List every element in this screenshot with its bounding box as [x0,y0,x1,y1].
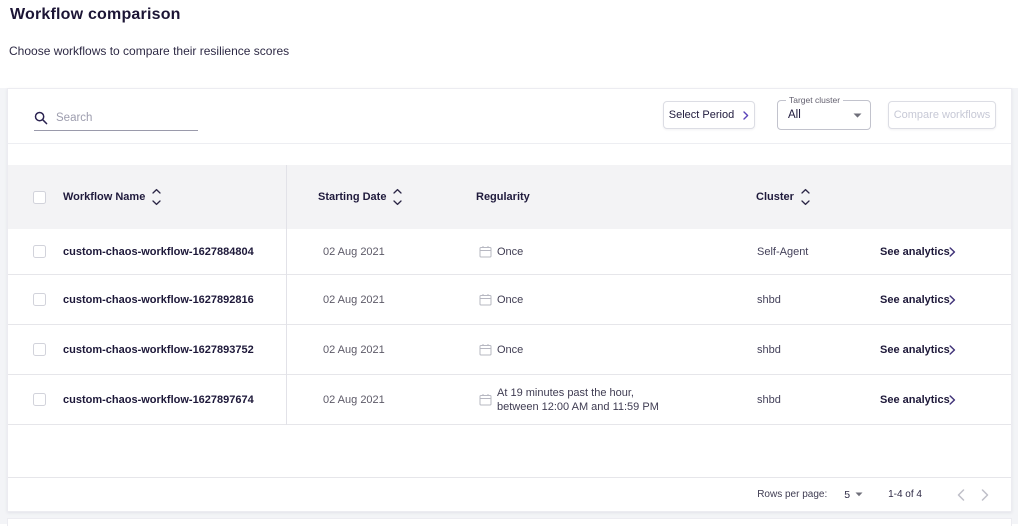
search-icon [34,111,48,125]
toolbar-actions: Select Period Target cluster All Compare… [663,100,996,130]
compare-workflows-label: Compare workflows [894,109,991,121]
chevron-right-icon[interactable] [949,325,956,374]
table-header: Workflow Name Starting Date Regularity C… [8,165,1011,229]
workflow-comparison-card: Select Period Target cluster All Compare… [7,88,1012,512]
header-workflow-name: Workflow Name [63,191,145,203]
sort-icon[interactable] [393,188,402,206]
chevron-right-icon[interactable] [949,229,956,274]
search-input[interactable] [56,112,210,124]
next-section-card [7,518,1012,526]
cluster-value: shbd [757,375,781,424]
cluster-value: shbd [757,275,781,324]
sort-icon[interactable] [152,188,161,206]
row-checkbox[interactable] [33,245,46,258]
regularity-line1: Once [497,245,523,259]
pagination-range: 1-4 of 4 [888,489,922,500]
select-all-cell [33,165,46,229]
content-area: Select Period Target cluster All Compare… [0,88,1018,524]
row-checkbox[interactable] [33,293,46,306]
chevron-right-icon[interactable] [949,375,956,424]
row-checkbox[interactable] [33,393,46,406]
filter-toolbar: Select Period Target cluster All Compare… [8,89,1011,144]
starting-date: 02 Aug 2021 [323,229,385,274]
rows-per-page-label: Rows per page: [757,489,827,500]
header-cluster: Cluster [756,191,794,203]
regularity-line1: Once [497,293,523,307]
chevron-right-icon[interactable] [949,275,956,324]
workflow-name: custom-chaos-workflow-1627897674 [63,375,254,424]
regularity-cell: Once [479,275,523,324]
cluster-value: shbd [757,325,781,374]
search-field[interactable] [34,105,198,131]
page-header: Workflow comparison Choose workflows to … [0,0,1018,88]
table-row[interactable]: custom-chaos-workflow-1627884804 02 Aug … [8,229,1011,275]
rows-per-page-select[interactable]: 5 [844,489,863,501]
row-checkbox[interactable] [33,343,46,356]
rows-per-page-value: 5 [844,489,850,501]
dropdown-caret-icon [853,113,862,118]
workflow-name: custom-chaos-workflow-1627884804 [63,229,254,274]
table-body: custom-chaos-workflow-1627884804 02 Aug … [8,229,1011,425]
chevron-right-icon [743,111,749,120]
target-cluster-label: Target cluster [786,95,843,105]
dropdown-caret-icon [855,492,863,497]
regularity-line1: Once [497,343,523,357]
see-analytics-link[interactable]: See analytics [880,275,950,324]
column-divider [286,165,287,425]
regularity-line2: between 12:00 AM and 11:59 PM [497,400,659,414]
regularity-cell: At 19 minutes past the hour,between 12:0… [479,375,659,424]
see-analytics-link[interactable]: See analytics [880,325,950,374]
select-period-button[interactable]: Select Period [663,101,755,129]
compare-workflows-button[interactable]: Compare workflows [888,101,996,129]
see-analytics-link[interactable]: See analytics [880,229,950,274]
regularity-line1: At 19 minutes past the hour, [497,386,659,400]
calendar-icon [479,293,492,306]
next-page-button[interactable] [973,483,997,507]
target-cluster-select[interactable]: Target cluster All [777,100,871,130]
previous-page-button[interactable] [949,483,973,507]
pagination-bar: Rows per page: 5 1-4 of 4 [8,477,1011,511]
regularity-cell: Once [479,325,523,374]
sort-icon[interactable] [801,188,810,206]
workflow-name: custom-chaos-workflow-1627892816 [63,275,254,324]
calendar-icon [479,343,492,356]
cluster-value: Self-Agent [757,229,808,274]
page-subtitle: Choose workflows to compare their resili… [9,44,289,58]
regularity-cell: Once [479,229,523,274]
starting-date: 02 Aug 2021 [323,375,385,424]
see-analytics-link[interactable]: See analytics [880,375,950,424]
table-row[interactable]: custom-chaos-workflow-1627897674 02 Aug … [8,375,1011,425]
header-regularity: Regularity [476,191,530,203]
select-all-checkbox[interactable] [33,191,46,204]
calendar-icon [479,393,492,406]
workflow-name: custom-chaos-workflow-1627893752 [63,325,254,374]
header-starting-date: Starting Date [318,191,386,203]
starting-date: 02 Aug 2021 [323,275,385,324]
page-title: Workflow comparison [10,6,181,24]
target-cluster-value: All [788,109,801,121]
table-row[interactable]: custom-chaos-workflow-1627893752 02 Aug … [8,325,1011,375]
select-period-label: Select Period [669,109,734,121]
table-row[interactable]: custom-chaos-workflow-1627892816 02 Aug … [8,275,1011,325]
starting-date: 02 Aug 2021 [323,325,385,374]
calendar-icon [479,245,492,258]
